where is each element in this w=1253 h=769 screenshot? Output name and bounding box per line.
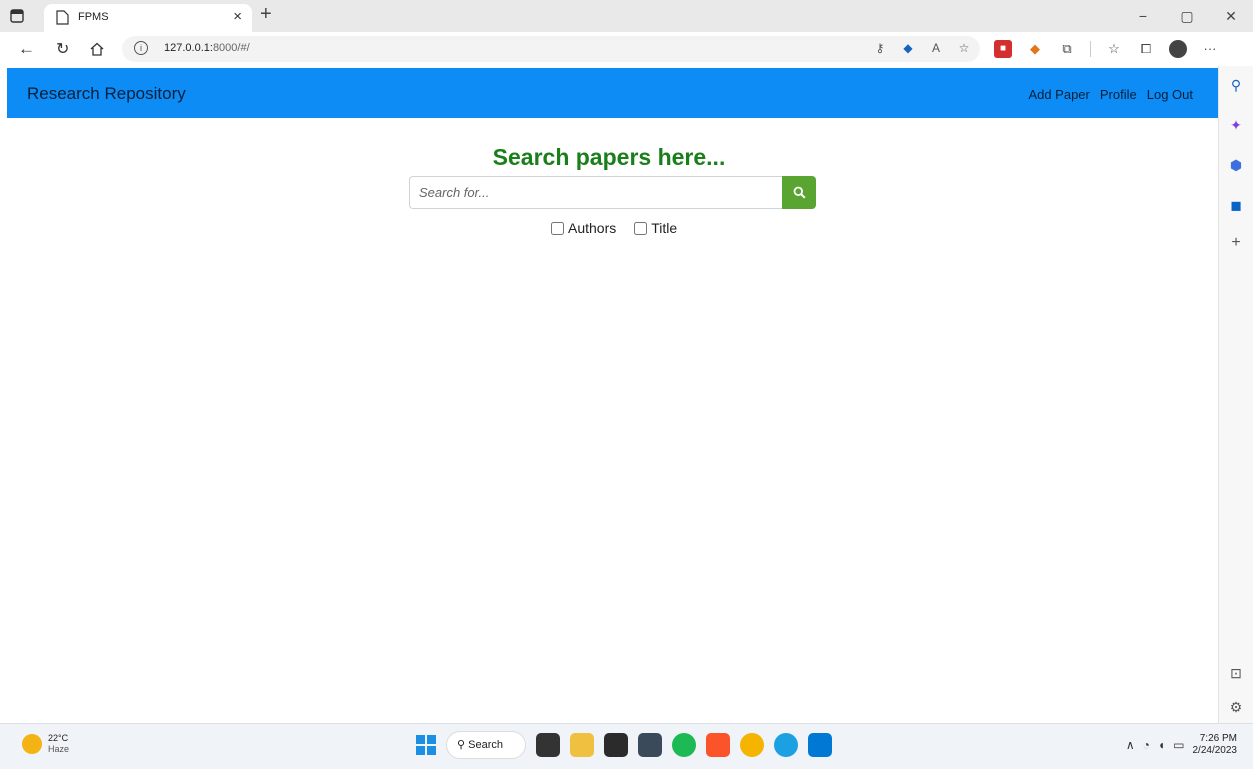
close-tab-icon[interactable]: × [233, 8, 242, 25]
tag-icon[interactable]: ◆ [900, 40, 916, 56]
omnibox-icons: ⚷ ◆ A ☆ [872, 40, 972, 56]
back-arrow-icon[interactable]: ← [18, 39, 35, 59]
more-menu-button[interactable]: ··· [1201, 40, 1219, 58]
taskbar: 22°C Haze ⚲ Search ∧ ◔ ◖ ▭ 7:26 PM 2/24/… [0, 723, 1253, 769]
title-option[interactable]: Title [634, 220, 677, 236]
spotify-icon[interactable] [672, 733, 696, 757]
read-aloud-icon[interactable]: A [928, 40, 944, 56]
wifi-icon[interactable]: ◔ [1143, 738, 1150, 752]
settings-gear-icon[interactable]: ⚙ [1227, 698, 1245, 716]
nav-links: Add Paper Profile Log Out [1028, 87, 1193, 102]
search-group [409, 176, 816, 209]
brave-icon[interactable] [706, 733, 730, 757]
metamask-fox-icon[interactable]: ◆ [1026, 40, 1044, 58]
sidebar-toggle-icon[interactable]: ⊡ [1227, 664, 1245, 682]
start-windows-icon[interactable] [416, 735, 436, 755]
weather-condition: Haze [48, 744, 70, 754]
extensions-puzzle-icon[interactable]: ⧉ [1058, 40, 1076, 58]
search-heading: Search papers here... [492, 144, 726, 170]
weather-sun-icon [22, 734, 42, 754]
tab-title: FPMS [78, 11, 109, 23]
profile-avatar[interactable] [1169, 40, 1187, 58]
system-tray: ∧ ◔ ◖ ▭ 7:26 PM 2/24/2023 [1126, 733, 1237, 757]
url-path: 8000/#/ [212, 42, 250, 54]
search-icon [793, 186, 806, 199]
browser-tab[interactable]: FPMS × [44, 4, 252, 32]
minimize-button[interactable]: − [1121, 0, 1165, 32]
profile-link[interactable]: Profile [1100, 87, 1137, 102]
authors-label: Authors [568, 220, 617, 236]
site-navbar: Research Repository Add Paper Profile Lo… [7, 68, 1218, 118]
battery-icon[interactable]: ▭ [1173, 738, 1184, 752]
brand-link[interactable]: Research Repository [27, 84, 186, 104]
toolbar-icons: ■ ◆ ⧉ ☆ ⧠ ··· [994, 40, 1219, 58]
window-controls: − ▢ ✕ [1121, 0, 1253, 32]
chrome-icon[interactable] [740, 733, 764, 757]
search-input[interactable] [409, 176, 782, 209]
title-checkbox[interactable] [634, 221, 648, 235]
search-button[interactable] [782, 176, 816, 209]
volume-icon[interactable]: ◖ [1158, 738, 1165, 752]
taskbar-apps: ⚲ Search [416, 731, 832, 759]
url-text: 127.0.0.1:8000/#/ [164, 42, 250, 54]
terminal-icon[interactable] [638, 733, 662, 757]
tab-actions-icon[interactable] [8, 7, 26, 25]
tab-strip: FPMS × + − ▢ ✕ [0, 0, 1253, 32]
add-paper-link[interactable]: Add Paper [1028, 87, 1089, 102]
clock-time: 7:26 PM [1199, 733, 1237, 744]
collections-icon[interactable]: ⧠ [1137, 40, 1155, 58]
chevron-up-icon[interactable]: ∧ [1126, 738, 1135, 752]
taskbar-search[interactable]: ⚲ Search [446, 731, 526, 759]
close-window-button[interactable]: ✕ [1209, 0, 1253, 32]
clock[interactable]: 7:26 PM 2/24/2023 [1193, 733, 1238, 757]
weather-widget[interactable]: 22°C Haze [22, 733, 69, 755]
log-out-link[interactable]: Log Out [1147, 87, 1193, 102]
restore-button[interactable]: ▢ [1165, 0, 1209, 32]
edge-sidebar: ⚲ ✦ ⬢ ◼ + ⊡ ⚙ [1218, 66, 1253, 723]
info-icon[interactable]: i [134, 41, 148, 55]
home-icon[interactable] [89, 41, 105, 57]
toolbar-separator [1090, 41, 1091, 57]
extension-red-icon[interactable]: ■ [994, 40, 1012, 58]
task-view-icon[interactable] [536, 733, 560, 757]
add-icon[interactable]: + [1227, 234, 1245, 252]
weather-temperature: 22°C [48, 733, 69, 743]
app-icon[interactable] [604, 733, 628, 757]
address-bar-row: ← ↻ i 127.0.0.1:8000/#/ ⚷ ◆ A ☆ ■ ◆ ⧉ ☆ … [0, 32, 1253, 66]
edge-icon[interactable] [774, 733, 798, 757]
refresh-icon[interactable]: ↻ [56, 39, 69, 59]
outlook-icon[interactable]: ◼ [1227, 196, 1245, 214]
weather-text: 22°C Haze [48, 733, 69, 755]
key-icon[interactable]: ⚷ [872, 40, 888, 56]
taskbar-search-label: Search [468, 739, 503, 751]
url-host: 127.0.0.1: [164, 42, 213, 54]
title-label: Title [651, 220, 678, 236]
page-icon [56, 10, 69, 25]
office-icon[interactable]: ⬢ [1227, 156, 1245, 174]
url-field[interactable]: i 127.0.0.1:8000/#/ ⚷ ◆ A ☆ [122, 36, 980, 62]
favorites-icon[interactable]: ☆ [1105, 40, 1123, 58]
page-content: Research Repository Add Paper Profile Lo… [0, 66, 1218, 723]
authors-checkbox[interactable] [551, 221, 564, 235]
search-options: Authors Title [551, 220, 677, 236]
file-explorer-icon[interactable] [570, 733, 594, 757]
new-tab-button[interactable]: + [260, 3, 272, 26]
vscode-icon[interactable] [808, 733, 832, 757]
copilot-icon[interactable]: ✦ [1227, 116, 1245, 134]
clock-date: 2/24/2023 [1192, 745, 1238, 756]
search-icon[interactable]: ⚲ [1227, 76, 1245, 94]
favorite-star-icon[interactable]: ☆ [956, 40, 972, 56]
authors-option[interactable]: Authors [551, 220, 616, 236]
